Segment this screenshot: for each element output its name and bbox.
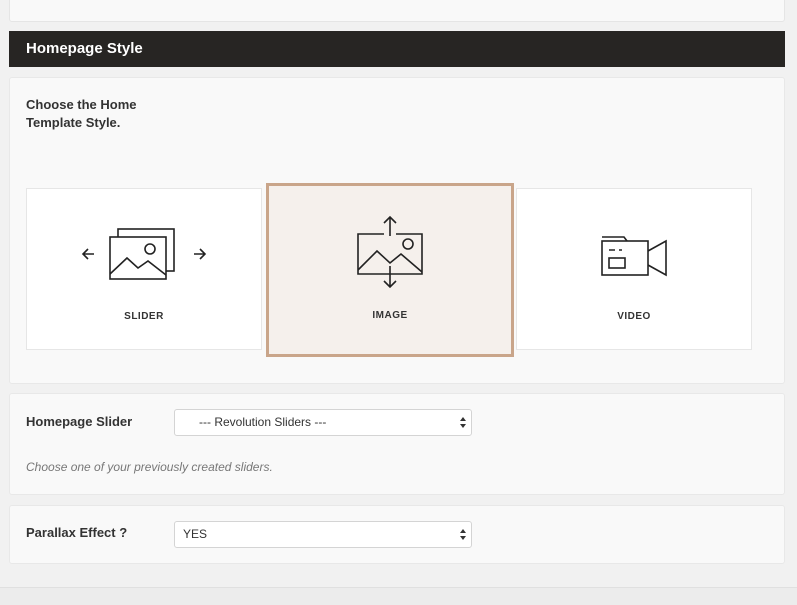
image-arrows-icon (357, 215, 423, 289)
homepage-slider-label: Homepage Slider (26, 414, 133, 429)
homepage-slider-panel: Homepage Slider --- Revolution Sliders -… (9, 393, 785, 495)
section-header: Homepage Style (9, 31, 785, 67)
select-arrows-icon (460, 417, 466, 428)
homepage-slider-select[interactable]: --- Revolution Sliders --- (174, 409, 472, 436)
previous-options-panel (9, 0, 785, 22)
slider-images-icon (81, 228, 207, 280)
style-option-slider[interactable]: SLIDER (26, 188, 262, 350)
select-arrows-icon (460, 529, 466, 540)
bottom-bar (0, 587, 797, 605)
parallax-panel: Parallax Effect ? YES (9, 505, 785, 564)
style-option-video[interactable]: VIDEO (516, 188, 752, 350)
style-option-caption: IMAGE (372, 310, 408, 321)
home-style-panel: Choose the Home Template Style. SLIDER I… (9, 77, 785, 384)
style-option-image[interactable]: IMAGE (266, 183, 514, 357)
parallax-label: Parallax Effect ? (26, 525, 128, 540)
parallax-value: YES (183, 527, 208, 541)
homepage-slider-value: --- Revolution Sliders --- (199, 415, 327, 429)
homepage-slider-help: Choose one of your previously created sl… (26, 460, 273, 474)
video-camera-icon (601, 236, 667, 277)
style-option-caption: SLIDER (124, 311, 164, 322)
parallax-select[interactable]: YES (174, 521, 472, 548)
home-style-label: Choose the Home Template Style. (26, 97, 137, 130)
style-option-caption: VIDEO (617, 311, 651, 322)
